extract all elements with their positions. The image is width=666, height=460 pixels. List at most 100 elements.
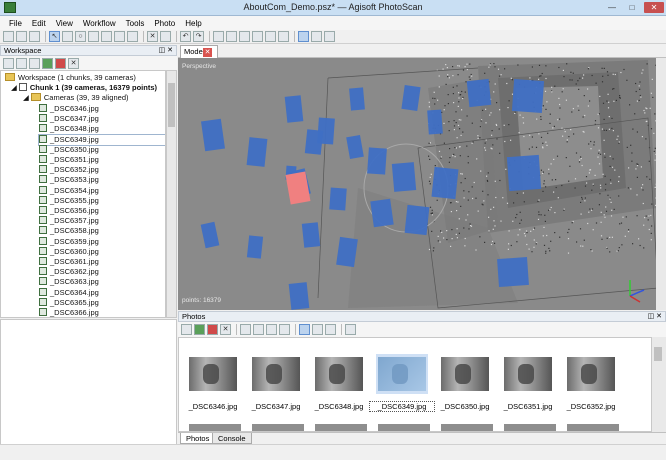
camera-list-item[interactable]: _DSC6346.jpg [39, 104, 99, 114]
camera-plane[interactable] [349, 87, 365, 111]
camera-list-item[interactable]: _DSC6353.jpg [39, 175, 99, 185]
camera-list-item[interactable]: _DSC6357.jpg [39, 216, 99, 226]
menu-photo[interactable]: Photo [149, 19, 180, 28]
camera-plane[interactable] [284, 95, 304, 123]
camera-list-item[interactable]: _DSC6355.jpg [39, 195, 99, 206]
disable-camera-icon[interactable] [207, 324, 218, 335]
undo-icon[interactable]: ↶ [180, 31, 191, 42]
point-cloud-icon[interactable] [213, 31, 224, 42]
camera-list-item[interactable]: _DSC6365.jpg [39, 297, 99, 308]
tree-chunk[interactable]: ◢ Chunk 1 (39 cameras, 16379 points) [11, 83, 157, 93]
reset-view-icon[interactable] [324, 31, 335, 42]
textured-icon[interactable] [278, 31, 289, 42]
rotate-left-icon[interactable] [240, 324, 251, 335]
shaded-mesh-icon[interactable] [239, 31, 250, 42]
large-thumbnails-icon[interactable] [299, 324, 310, 335]
model-viewport[interactable] [178, 58, 666, 310]
photo-thumbnail[interactable] [504, 424, 556, 431]
camera-list-item[interactable]: _DSC6362.jpg [39, 267, 99, 277]
camera-plane[interactable] [201, 118, 225, 152]
photo-thumbnail[interactable] [376, 354, 428, 394]
open-project-icon[interactable] [16, 31, 27, 42]
menu-file[interactable]: File [4, 19, 27, 28]
photo-thumbnail[interactable] [439, 354, 491, 394]
photos-grid[interactable]: _DSC6346.jpg _DSC6347.jpg _DSC6348.jpg _DSC… [178, 337, 652, 432]
save-project-icon[interactable] [29, 31, 40, 42]
photo-thumbnail[interactable] [315, 424, 367, 431]
menu-tools[interactable]: Tools [121, 19, 150, 28]
disable-camera-icon[interactable] [55, 57, 66, 69]
crop-selection-icon[interactable] [160, 31, 171, 42]
photo-thumbnail[interactable] [313, 354, 365, 394]
camera-list-item[interactable]: _DSC6351.jpg [39, 155, 99, 165]
filter-photos-icon[interactable] [345, 324, 356, 335]
list-view-icon[interactable] [325, 324, 336, 335]
camera-list-item[interactable]: _DSC6348.jpg [39, 124, 99, 134]
new-project-icon[interactable] [3, 31, 14, 42]
photos-scrollbar[interactable] [652, 337, 666, 432]
add-photos-icon[interactable] [16, 57, 27, 69]
move-region-icon[interactable] [101, 31, 112, 42]
delete-selection-icon[interactable]: ✕ [147, 31, 158, 42]
close-window-button[interactable]: ✕ [644, 2, 664, 13]
camera-plane[interactable] [288, 282, 310, 310]
add-folder-icon[interactable] [29, 57, 40, 69]
tab-console[interactable]: Console [212, 433, 252, 444]
camera-list-item[interactable]: _DSC6360.jpg [39, 246, 99, 257]
camera-list-item[interactable]: _DSC6352.jpg [39, 165, 99, 175]
show-region-icon[interactable] [311, 31, 322, 42]
photo-thumbnail[interactable] [378, 424, 430, 431]
panel-float-close-icons[interactable]: ◫ ✕ [159, 46, 173, 55]
free-form-select-icon[interactable] [88, 31, 99, 42]
dense-cloud-icon[interactable] [226, 31, 237, 42]
camera-list-item[interactable]: _DSC6359.jpg [39, 236, 99, 247]
camera-list-item[interactable]: _DSC6356.jpg [39, 206, 99, 216]
menu-workflow[interactable]: Workflow [78, 19, 121, 28]
resize-region-icon[interactable] [114, 31, 125, 42]
camera-list-item[interactable]: _DSC6366.jpg [39, 308, 99, 317]
photo-thumbnail[interactable] [187, 354, 239, 394]
camera-list-item[interactable]: _DSC6347.jpg [39, 114, 99, 124]
add-photos-icon[interactable] [181, 324, 192, 335]
camera-list-item[interactable]: _DSC6358.jpg [39, 226, 99, 236]
camera-plane[interactable] [511, 78, 545, 114]
camera-plane[interactable] [304, 129, 324, 155]
photo-thumbnail[interactable] [189, 424, 241, 431]
remove-cameras-icon[interactable]: ✕ [220, 324, 231, 335]
remove-items-icon[interactable]: ✕ [68, 57, 79, 69]
tab-model[interactable]: Model ✕ [180, 45, 218, 58]
zoom-out-icon[interactable] [279, 324, 290, 335]
rectangle-select-icon[interactable] [62, 31, 73, 42]
camera-plane[interactable] [466, 78, 492, 108]
workspace-tree[interactable]: Workspace (1 chunks, 39 cameras) ◢ Chunk… [0, 70, 166, 318]
wireframe-icon[interactable] [265, 31, 276, 42]
circle-select-icon[interactable]: ○ [75, 31, 86, 42]
enable-camera-icon[interactable] [194, 324, 205, 335]
camera-plane[interactable] [301, 222, 321, 248]
enable-camera-icon[interactable] [42, 57, 53, 69]
camera-plane[interactable] [497, 256, 529, 288]
scrollbar-thumb[interactable] [654, 347, 662, 361]
navigation-tool-icon[interactable]: ↖ [49, 31, 60, 42]
camera-list-item[interactable]: _DSC6363.jpg [39, 277, 99, 287]
camera-plane[interactable] [506, 154, 542, 192]
redo-icon[interactable]: ↷ [193, 31, 204, 42]
tree-root[interactable]: Workspace (1 chunks, 39 cameras) [5, 73, 136, 83]
close-tab-icon[interactable]: ✕ [203, 48, 212, 57]
zoom-in-icon[interactable] [266, 324, 277, 335]
camera-list-item[interactable]: _DSC6349.jpg [38, 133, 165, 146]
camera-plane[interactable] [427, 109, 443, 135]
camera-plane[interactable] [370, 198, 394, 228]
workspace-scrollbar[interactable] [166, 70, 177, 318]
camera-list-item[interactable]: _DSC6361.jpg [39, 257, 99, 267]
photo-thumbnail[interactable] [502, 354, 554, 394]
menu-edit[interactable]: Edit [27, 19, 51, 28]
panel-float-close-icons[interactable]: ◫ ✕ [648, 312, 662, 321]
details-view-icon[interactable] [312, 324, 323, 335]
rotate-region-icon[interactable] [127, 31, 138, 42]
tree-cameras-folder[interactable]: ◢ Cameras (39, 39 aligned) [23, 93, 129, 103]
photo-thumbnail[interactable] [567, 424, 619, 431]
rotate-right-icon[interactable] [253, 324, 264, 335]
photo-thumbnail[interactable] [565, 354, 617, 394]
camera-plane[interactable] [431, 166, 459, 200]
